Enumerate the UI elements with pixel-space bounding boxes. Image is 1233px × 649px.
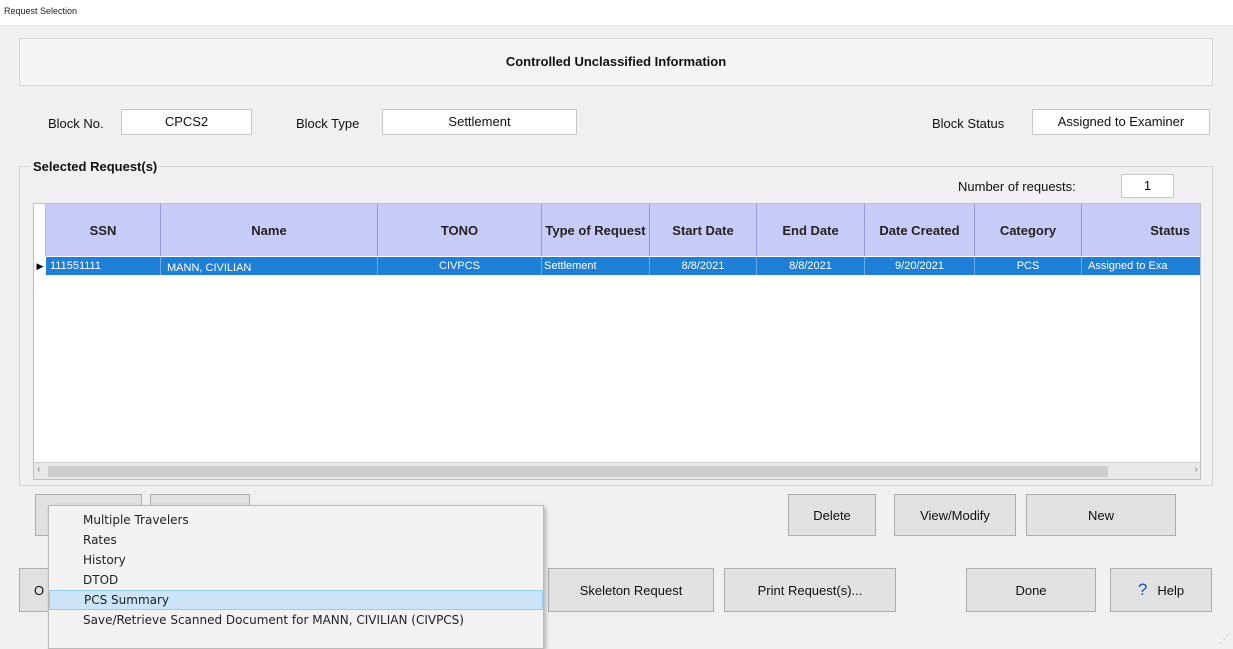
col-tono[interactable]: TONO bbox=[378, 204, 542, 256]
help-button[interactable]: ? Help bbox=[1110, 568, 1212, 612]
cell-start-date[interactable]: 8/8/2021 bbox=[650, 257, 757, 275]
menu-item-scanned-document[interactable]: Save/Retrieve Scanned Document for MANN,… bbox=[49, 610, 543, 630]
col-date-created[interactable]: Date Created bbox=[865, 204, 975, 256]
scroll-left-icon[interactable]: ‹ bbox=[37, 464, 40, 475]
help-icon: ? bbox=[1137, 580, 1148, 599]
skeleton-request-button[interactable]: Skeleton Request bbox=[548, 568, 714, 612]
menu-item-pcs-summary[interactable]: PCS Summary bbox=[49, 590, 543, 610]
col-name[interactable]: Name bbox=[161, 204, 378, 256]
view-modify-button[interactable]: View/Modify bbox=[894, 494, 1016, 536]
delete-button[interactable]: Delete bbox=[788, 494, 876, 536]
cui-banner: Controlled Unclassified Information bbox=[19, 38, 1213, 86]
selected-requests-title: Selected Request(s) bbox=[31, 159, 160, 174]
menu-item-dtod[interactable]: DTOD bbox=[49, 570, 543, 590]
menu-item-rates[interactable]: Rates bbox=[49, 530, 543, 550]
block-type-label: Block Type bbox=[296, 116, 360, 131]
col-category[interactable]: Category bbox=[975, 204, 1082, 256]
menu-item-history[interactable]: History bbox=[49, 550, 543, 570]
done-button[interactable]: Done bbox=[966, 568, 1096, 612]
help-button-label: Help bbox=[1157, 582, 1185, 598]
cell-ssn[interactable]: 111551111 bbox=[46, 257, 161, 275]
col-ssn[interactable]: SSN bbox=[46, 204, 161, 256]
col-status[interactable]: Status bbox=[1082, 204, 1200, 256]
horizontal-scrollbar[interactable]: ‹ › bbox=[34, 462, 1200, 479]
context-menu[interactable]: Multiple Travelers Rates History DTOD PC… bbox=[48, 505, 544, 649]
request-count-field: 1 bbox=[1121, 174, 1174, 198]
cell-name[interactable]: MANN, CIVILIAN bbox=[161, 257, 378, 275]
block-status-field[interactable]: Assigned to Examiner bbox=[1032, 109, 1210, 135]
row-indicator-icon: ▶ bbox=[34, 257, 46, 275]
cell-tono[interactable]: CIVPCS bbox=[378, 257, 542, 275]
cell-category[interactable]: PCS bbox=[975, 257, 1082, 275]
block-no-label: Block No. bbox=[48, 116, 104, 131]
block-type-field[interactable]: Settlement bbox=[382, 109, 577, 135]
grid-header: SSN Name TONO Type of Request Start Date… bbox=[34, 204, 1200, 256]
block-no-field[interactable]: CPCS2 bbox=[121, 109, 252, 135]
cell-end-date[interactable]: 8/8/2021 bbox=[757, 257, 865, 275]
resize-grip-icon[interactable]: ⋰ bbox=[1219, 634, 1229, 645]
col-start-date[interactable]: Start Date bbox=[650, 204, 757, 256]
request-count-label: Number of requests: bbox=[958, 179, 1076, 194]
cell-status[interactable]: Assigned to Exa bbox=[1082, 257, 1200, 275]
menu-item-multiple-travelers[interactable]: Multiple Travelers bbox=[49, 510, 543, 530]
print-requests-button[interactable]: Print Request(s)... bbox=[724, 568, 896, 612]
table-row[interactable]: ▶ 111551111 MANN, CIVILIAN CIVPCS Settle… bbox=[34, 257, 1200, 275]
col-type-of-request[interactable]: Type of Request bbox=[542, 204, 650, 256]
col-end-date[interactable]: End Date bbox=[757, 204, 865, 256]
scrollbar-thumb[interactable] bbox=[48, 466, 1108, 477]
cell-type[interactable]: Settlement bbox=[542, 257, 650, 275]
window-title: Request Selection bbox=[0, 0, 1233, 26]
row-header-corner bbox=[34, 204, 46, 256]
scroll-right-icon[interactable]: › bbox=[1195, 464, 1198, 475]
block-status-label: Block Status bbox=[932, 116, 1005, 131]
cell-date-created[interactable]: 9/20/2021 bbox=[865, 257, 975, 275]
new-button[interactable]: New bbox=[1026, 494, 1176, 536]
requests-grid[interactable]: SSN Name TONO Type of Request Start Date… bbox=[33, 203, 1201, 480]
